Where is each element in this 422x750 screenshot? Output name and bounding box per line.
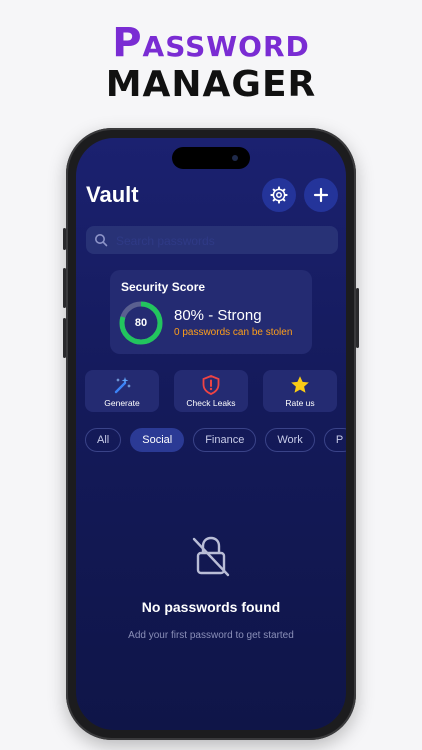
lock-crossed-icon [192,536,230,577]
security-score-status: 80% - Strong [174,307,262,324]
filter-chip-work[interactable]: Work [265,428,315,452]
category-filter-bar: All Social Finance Work P [85,428,346,452]
phone-frame: Vault Search passwords Security Score 80… [63,128,359,740]
check-leaks-button[interactable]: Check Leaks [174,370,248,412]
check-leaks-label: Check Leaks [186,398,236,408]
shield-alert-icon [202,375,220,395]
rate-us-label: Rate us [285,398,315,408]
search-icon [95,234,108,247]
security-score-card[interactable]: Security Score 80 80% - Strong 0 passwor… [110,270,312,354]
plus-icon [313,187,329,203]
dynamic-island [172,147,250,169]
filter-chip-p[interactable]: P [323,428,346,452]
settings-button[interactable] [262,178,296,212]
empty-state-title: No passwords found [141,599,281,615]
generate-button[interactable]: Generate [85,370,159,412]
app-screen: Vault Search passwords Security Score 80… [76,138,346,730]
filter-chip-social[interactable]: Social [130,428,185,452]
security-score-title: Security Score [121,280,206,294]
gear-icon [270,186,288,204]
search-input[interactable] [114,226,338,256]
add-password-button[interactable] [304,178,338,212]
empty-state-subtitle: Add your first password to get started [128,630,294,641]
star-icon [291,376,309,393]
search-bar [86,226,338,256]
page-title: Vault [86,182,139,207]
rate-us-button[interactable]: Rate us [263,370,337,412]
filter-chip-all[interactable]: All [85,428,122,452]
security-score-warning: 0 passwords can be stolen [174,327,293,338]
headline-line-1: Password [112,20,310,66]
generate-label: Generate [104,398,140,408]
magic-wand-icon [114,377,131,394]
headline-line-2: MANAGER [105,64,317,105]
security-score-value: 80 [134,317,148,329]
filter-chip-finance[interactable]: Finance [193,428,257,452]
